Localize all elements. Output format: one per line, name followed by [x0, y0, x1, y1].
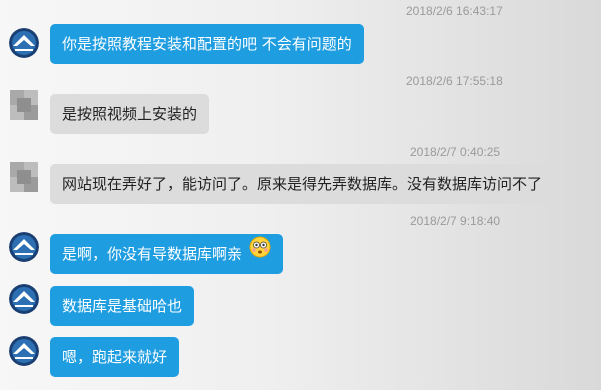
message-text: 是啊，你没有导数据库啊亲: [62, 245, 243, 263]
user-avatar[interactable]: [9, 232, 39, 262]
message-timestamp: 2018/2/7 0:40:25: [410, 145, 501, 159]
message-bubble[interactable]: 数据库是基础哈也: [50, 286, 195, 326]
user-avatar[interactable]: [9, 28, 39, 58]
message-text: 你是按照教程安装和配置的吧 不会有问题的: [62, 35, 352, 53]
logo-icon: [9, 284, 39, 314]
message-text: 嗯，跑起来就好: [62, 348, 168, 366]
message-bubble[interactable]: 是啊，你没有导数据库啊亲: [50, 234, 283, 274]
logo-icon: [9, 28, 39, 58]
pixelated-avatar-icon: [10, 162, 38, 192]
contact-avatar[interactable]: [10, 90, 38, 120]
logo-icon: [9, 336, 39, 366]
message-text: 是按照视频上安装的: [62, 105, 198, 123]
contact-avatar[interactable]: [10, 162, 38, 192]
user-avatar[interactable]: [9, 284, 39, 314]
message-timestamp: 2018/2/6 17:55:18: [406, 74, 503, 88]
logo-icon: [9, 232, 39, 262]
message-timestamp: 2018/2/6 16:43:17: [406, 4, 503, 18]
flushed-face-icon: [249, 233, 271, 273]
message-text: 数据库是基础哈也: [62, 297, 183, 315]
message-bubble[interactable]: 网站现在弄好了，能访问了。原来是得先弄数据库。没有数据库访问不了: [50, 164, 555, 204]
message-timestamp: 2018/2/7 9:18:40: [410, 214, 501, 228]
user-avatar[interactable]: [9, 336, 39, 366]
message-bubble[interactable]: 你是按照教程安装和配置的吧 不会有问题的: [50, 24, 364, 64]
pixelated-avatar-icon: [10, 90, 38, 120]
message-bubble[interactable]: 嗯，跑起来就好: [50, 337, 180, 377]
message-bubble[interactable]: 是按照视频上安装的: [50, 94, 210, 134]
message-text: 网站现在弄好了，能访问了。原来是得先弄数据库。没有数据库访问不了: [62, 175, 543, 193]
